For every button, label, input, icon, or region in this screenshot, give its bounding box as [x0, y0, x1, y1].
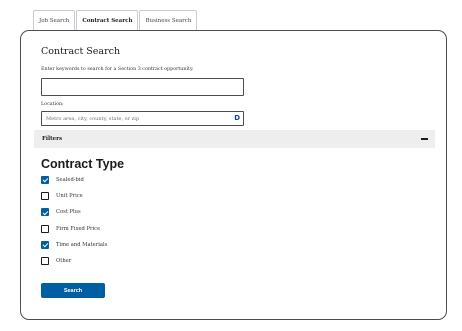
- minus-icon[interactable]: [421, 138, 428, 140]
- checkbox[interactable]: [41, 240, 49, 249]
- keyword-search-input[interactable]: [41, 78, 244, 96]
- checkbox-label: Unit Price: [56, 193, 83, 200]
- keyword-hint: Enter keywords to search for a Section 3…: [41, 67, 194, 72]
- checkbox[interactable]: [41, 192, 49, 201]
- tab-job-search[interactable]: Job Search: [33, 10, 76, 31]
- contract-type-heading: Contract Type: [41, 157, 125, 171]
- contract-type-option-cost-plus[interactable]: Cost Plus: [41, 208, 107, 217]
- contract-type-option-time-and-materials[interactable]: Time and Materials: [41, 240, 108, 249]
- checkbox-label: Other: [56, 257, 72, 264]
- location-input[interactable]: [42, 112, 227, 125]
- search-button[interactable]: Search: [41, 283, 105, 298]
- checkbox-label: Sealed-bid: [56, 177, 84, 183]
- checkbox[interactable]: [41, 208, 49, 217]
- checkbox[interactable]: [41, 224, 49, 233]
- tab-business-search[interactable]: Business Search: [139, 10, 198, 31]
- location-label: Location:: [41, 102, 64, 107]
- location-field: D: [41, 111, 244, 126]
- filters-label: Filters: [42, 136, 63, 142]
- tab-contract-search[interactable]: Contract Search: [76, 10, 139, 32]
- contract-type-option-unit-price[interactable]: Unit Price: [41, 192, 107, 201]
- page-title: Contract Search: [41, 46, 121, 57]
- checkbox-label: Firm Fixed Price: [56, 225, 101, 232]
- filters-toggle[interactable]: Filters: [34, 130, 435, 148]
- contract-type-option-other[interactable]: Other: [41, 256, 107, 265]
- contract-type-options: Sealed-bid Unit Price Cost Plus Firm Fix…: [41, 176, 107, 273]
- checkbox[interactable]: [41, 176, 49, 184]
- checkbox-label: Time and Materials: [56, 241, 108, 248]
- checkbox[interactable]: [41, 256, 49, 265]
- search-tabs: Job Search Contract Search Business Sear…: [33, 10, 198, 32]
- checkbox-label: Cost Plus: [56, 209, 81, 216]
- contract-search-panel: Contract Search Enter keywords to search…: [20, 30, 447, 320]
- contract-type-option-sealed-bid[interactable]: Sealed-bid: [41, 176, 107, 184]
- contract-type-option-firm-fixed-price[interactable]: Firm Fixed Price: [41, 224, 107, 233]
- location-arrow-icon[interactable]: D: [234, 114, 240, 123]
